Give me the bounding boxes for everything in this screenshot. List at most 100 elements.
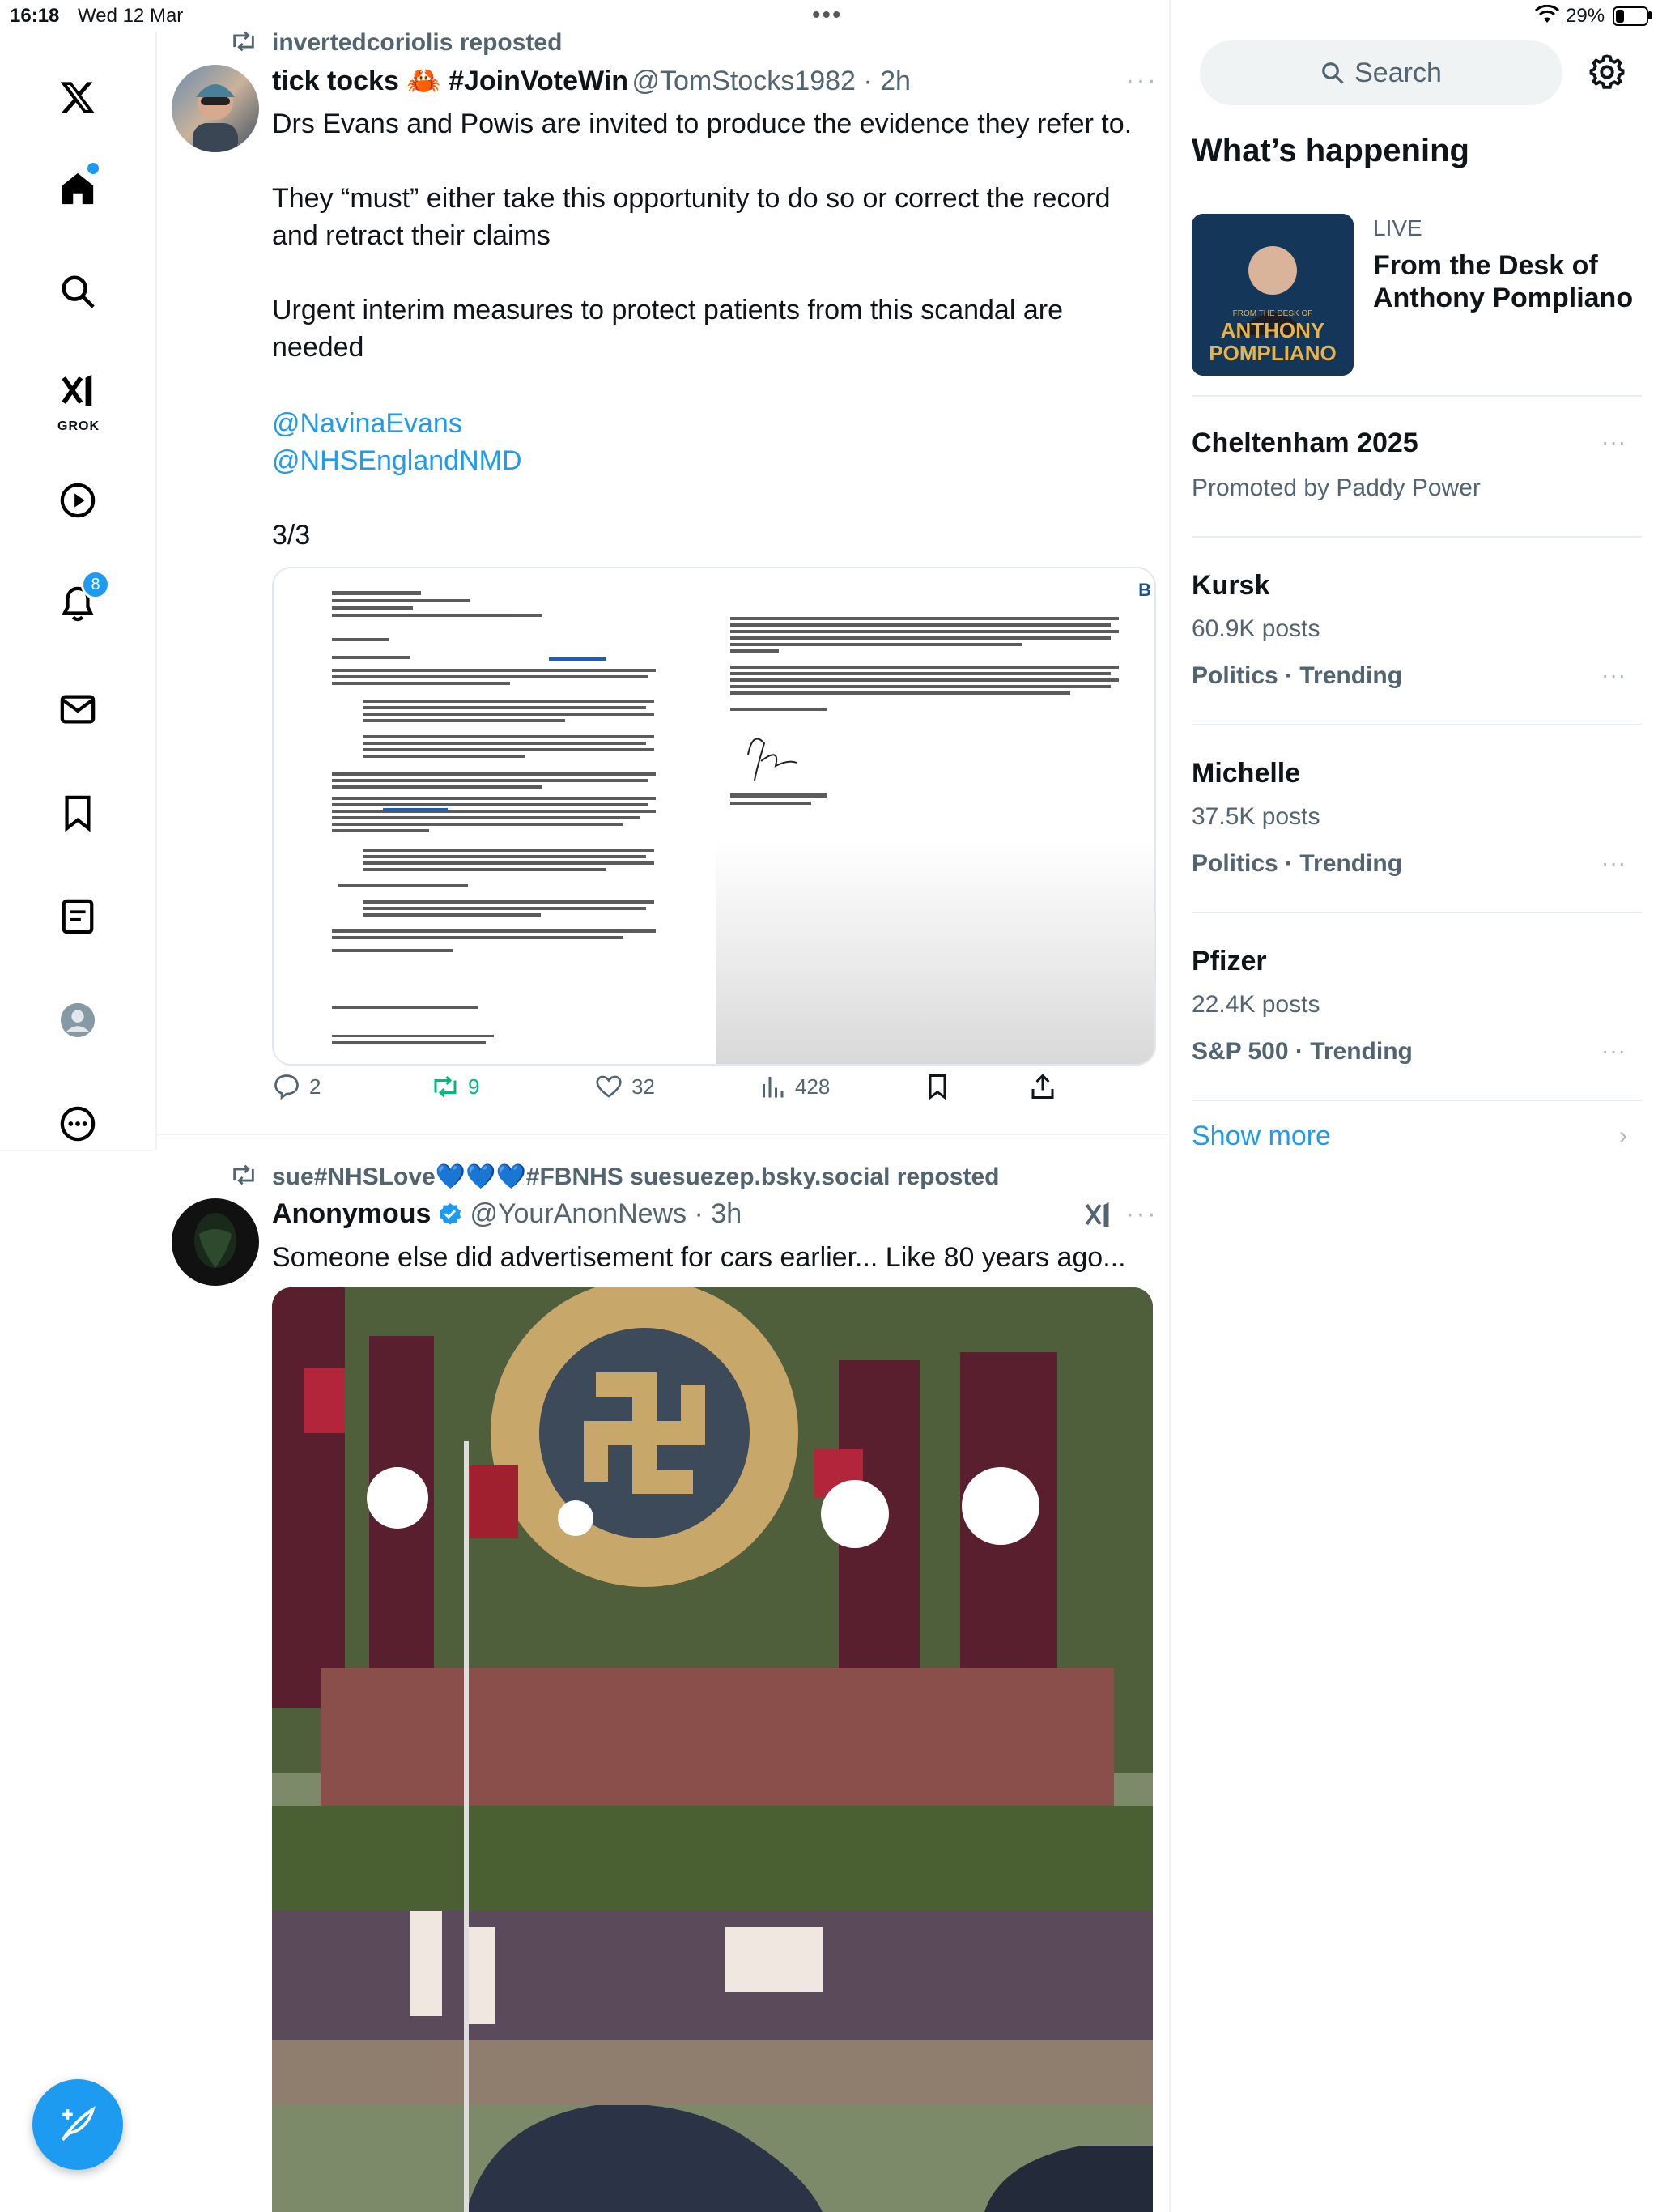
sidebar-divider — [1192, 1100, 1642, 1101]
grok-icon[interactable] — [53, 366, 102, 415]
views-button[interactable]: 428 — [758, 1072, 830, 1101]
bookmark-icon — [929, 1074, 946, 1100]
author-name[interactable]: Anonymous — [272, 1198, 431, 1230]
show-more-link[interactable]: Show more — [1192, 1121, 1331, 1152]
trend-more-icon[interactable]: ··· — [1601, 850, 1626, 876]
rally-photo-illustration — [272, 1287, 1153, 2212]
reply-icon — [274, 1074, 299, 1100]
search-placeholder: Search — [1354, 57, 1442, 88]
tweet-text: Drs Evans and Powis are invited to produ… — [272, 108, 1133, 139]
tweet-text: They “must” either take this opportunity… — [272, 183, 1111, 251]
grok-label: GROK — [57, 419, 100, 433]
live-event-title[interactable]: From the Desk of Anthony Pompliano — [1373, 249, 1648, 314]
home-icon[interactable] — [53, 161, 102, 213]
sidebar-divider — [1192, 724, 1642, 725]
reply-button[interactable]: 2 — [272, 1072, 321, 1101]
search-icon — [1322, 62, 1344, 84]
views-chart-icon — [763, 1077, 784, 1098]
tweet-image-letter[interactable]: B — [272, 567, 1156, 1066]
x-logo-icon[interactable] — [53, 73, 102, 121]
mention-link[interactable]: @NavinaEvans — [272, 405, 462, 442]
views-count: 428 — [795, 1074, 831, 1099]
sidebar-divider — [1192, 395, 1642, 397]
search-input[interactable]: Search — [1200, 40, 1562, 105]
share-icon — [1031, 1074, 1054, 1099]
battery-icon — [1613, 6, 1648, 26]
status-time: 16:18 — [10, 5, 60, 27]
profile-avatar-icon[interactable] — [53, 996, 102, 1044]
tweet-image-photo[interactable] — [272, 1287, 1153, 2212]
author-handle[interactable]: @YourAnonNews · 3h — [470, 1198, 742, 1230]
trend-category: Politics · Trending — [1192, 850, 1403, 877]
tweet-page-count: 3/3 — [272, 520, 311, 551]
sidebar-divider — [1192, 536, 1642, 538]
settings-gear-icon[interactable] — [1588, 53, 1626, 91]
promoted-by-text: Promoted by Paddy Power — [1192, 474, 1481, 501]
notifications-bell-icon[interactable]: 8 — [53, 570, 110, 628]
sidebar-divider — [1192, 912, 1642, 913]
letter-logo-mark: B — [1138, 580, 1151, 600]
repost-button[interactable]: 9 — [431, 1072, 479, 1101]
trend-more-icon[interactable]: ··· — [1601, 662, 1626, 688]
like-count: 32 — [631, 1074, 655, 1099]
chevron-right-icon: › — [1619, 1122, 1627, 1149]
battery-tip — [1648, 11, 1652, 19]
letter-page-right — [716, 568, 1154, 1064]
grok-small-icon[interactable] — [1083, 1200, 1112, 1233]
verified-badge-icon — [440, 1202, 461, 1225]
whats-happening-heading: What’s happening — [1192, 133, 1469, 168]
home-dot-badge — [86, 161, 100, 176]
repost-icon — [233, 31, 254, 52]
messages-mail-icon[interactable] — [53, 685, 102, 734]
trend-title[interactable]: Michelle — [1192, 758, 1300, 789]
author-name[interactable]: tick tocks 🦀 #JoinVoteWin — [272, 66, 628, 96]
wifi-icon — [1534, 4, 1560, 30]
compose-post-button[interactable] — [32, 2079, 123, 2170]
like-button[interactable]: 32 — [594, 1072, 655, 1101]
trend-more-icon[interactable]: ··· — [1601, 429, 1626, 455]
promoted-trend-title[interactable]: Cheltenham 2025 — [1192, 428, 1418, 459]
trend-category: Politics · Trending — [1192, 662, 1403, 689]
trend-title[interactable]: Kursk — [1192, 570, 1269, 602]
tweet-text: Someone else did advertisement for cars … — [272, 1242, 1126, 1273]
avatar[interactable] — [172, 1198, 259, 1286]
trend-title[interactable]: Pfizer — [1192, 946, 1267, 977]
lists-icon[interactable] — [53, 892, 102, 941]
reply-count: 2 — [309, 1074, 321, 1099]
thumb-name-line-2: POMPLIANO — [1209, 341, 1337, 365]
mention-link[interactable]: @NHSEnglandNMD — [272, 442, 522, 479]
letter-page-left — [274, 568, 716, 1064]
author-handle[interactable]: @TomStocks1982 · 2h — [632, 66, 911, 96]
tweet-more-icon[interactable]: ··· — [1125, 65, 1158, 96]
tweet-text: Urgent interim measures to protect patie… — [272, 295, 1063, 363]
more-options-icon[interactable] — [53, 1100, 102, 1148]
live-event-thumbnail[interactable]: FROM THE DESK OF ANTHONY POMPLIANO — [1192, 214, 1354, 376]
trend-post-count: 22.4K posts — [1192, 991, 1320, 1018]
bookmarks-icon[interactable] — [53, 789, 102, 837]
trend-more-icon[interactable]: ··· — [1601, 1038, 1626, 1064]
video-play-icon[interactable] — [53, 476, 102, 525]
battery-percent: 29% — [1566, 5, 1605, 27]
bookmark-button[interactable] — [923, 1072, 952, 1101]
tweet-more-icon[interactable]: ··· — [1125, 1198, 1158, 1230]
thumb-name-line-1: ANTHONY — [1220, 318, 1325, 342]
search-icon[interactable] — [53, 267, 102, 316]
nav-divider — [0, 1150, 155, 1151]
repost-icon — [233, 1164, 254, 1185]
repost-icon — [434, 1075, 457, 1098]
trend-category: S&P 500 · Trending — [1192, 1038, 1413, 1065]
repost-attribution[interactable]: sue#NHSLove💙💙💙#FBNHS suesuezep.bsky.soci… — [272, 1163, 999, 1191]
live-label: LIVE — [1373, 215, 1422, 240]
heart-icon — [596, 1075, 622, 1098]
trend-post-count: 37.5K posts — [1192, 803, 1320, 830]
trend-post-count: 60.9K posts — [1192, 615, 1320, 642]
feather-plus-icon — [61, 2106, 96, 2142]
thumb-small-text: FROM THE DESK OF — [1232, 309, 1313, 318]
left-navigation: GROK 8 — [0, 32, 157, 1150]
tweet-divider — [155, 1134, 1169, 1135]
share-button[interactable] — [1028, 1072, 1057, 1101]
notifications-badge: 8 — [81, 570, 110, 599]
avatar[interactable] — [172, 65, 259, 152]
repost-count: 9 — [468, 1074, 480, 1099]
repost-attribution[interactable]: invertedcoriolis reposted — [272, 29, 562, 57]
